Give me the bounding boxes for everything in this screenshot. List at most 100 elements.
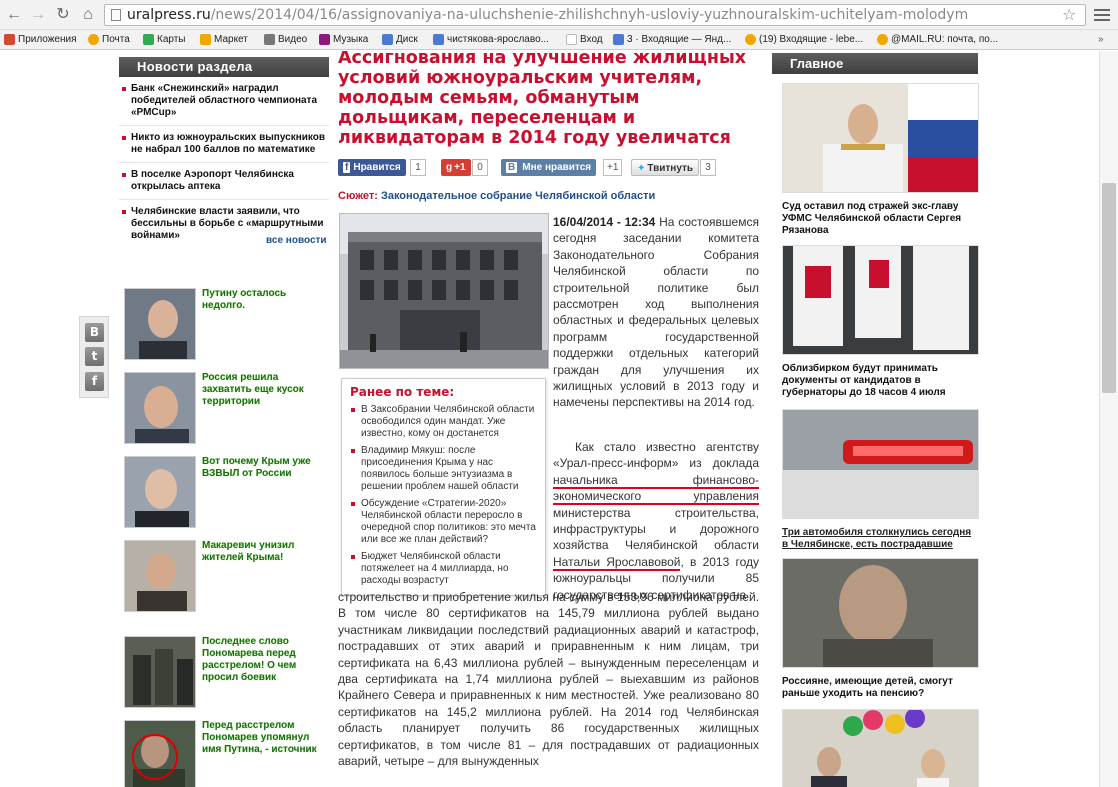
- section-news-list: Банк «Снежинский» наградил победителей о…: [119, 83, 329, 254]
- gplus-button[interactable]: g +1: [441, 159, 471, 176]
- gplus-count: 0: [472, 159, 488, 176]
- main-news-caption[interactable]: Россияне, имеющие детей, смогут раньше у…: [782, 676, 979, 700]
- story-label: Сюжет:: [338, 190, 378, 202]
- news-item[interactable]: В поселке Аэропорт Челябинска открылась …: [119, 169, 329, 200]
- main-news-image[interactable]: [782, 83, 979, 193]
- promo-item[interactable]: Вот почему Крым уже ВЗВЫЛ от России: [124, 456, 324, 532]
- news-item[interactable]: Банк «Снежинский» наградил победителей о…: [119, 83, 329, 126]
- main-news-caption[interactable]: Три автомобиля столкнулись сегодня в Чел…: [782, 527, 979, 551]
- bookmark-maps[interactable]: Карты: [143, 30, 186, 49]
- story-line: Сюжет: Законодательное собрание Челябинс…: [338, 190, 655, 202]
- main-news-caption[interactable]: Облизбирком будут принимать документы от…: [782, 363, 979, 399]
- story-link[interactable]: Законодательное собрание Челябинской обл…: [381, 190, 655, 202]
- address-bar[interactable]: uralpress.ru/news/2014/04/16/assignovani…: [104, 4, 1086, 26]
- related-box: Ранее по теме: В Заксобрании Челябинской…: [341, 378, 546, 596]
- main-news-image[interactable]: [782, 709, 979, 787]
- vk-like-button[interactable]: B Мне нравится: [501, 159, 597, 176]
- promo-caption[interactable]: Макаревич унизил жителей Крыма!: [202, 540, 318, 564]
- bookmark-mail[interactable]: Почта: [88, 30, 130, 49]
- bookmarks-bar: Приложения Почта Карты Маркет Видео Музы…: [0, 30, 1118, 50]
- facebook-share-icon[interactable]: f: [85, 372, 104, 391]
- main-news-card[interactable]: [782, 709, 979, 787]
- facebook-icon: f: [343, 162, 351, 173]
- back-arrow-icon[interactable]: ←: [4, 5, 24, 25]
- main-news-image[interactable]: [782, 409, 979, 519]
- page-scrollbar[interactable]: [1099, 51, 1118, 787]
- article-paragraph-2: Как стало известно агентству «Урал-пресс…: [553, 439, 759, 603]
- promo-thumbnail[interactable]: [124, 636, 196, 708]
- promo-caption[interactable]: Перед расстрелом Пономарев упомянул имя …: [202, 720, 318, 756]
- browser-toolbar: ← → ↻ ⌂ uralpress.ru/news/2014/04/16/ass…: [0, 0, 1118, 30]
- bookmark-video[interactable]: Видео: [264, 30, 307, 49]
- forward-arrow-icon[interactable]: →: [28, 5, 48, 25]
- promo-caption[interactable]: Россия решила захватить еще кусок террит…: [202, 372, 318, 408]
- promo-item[interactable]: Путину осталось недолго.: [124, 288, 324, 364]
- url-host: uralpress.ru: [127, 7, 211, 23]
- bookmark-market[interactable]: Маркет: [200, 30, 248, 49]
- main-news-card[interactable]: Россияне, имеющие детей, смогут раньше у…: [782, 558, 979, 700]
- related-item[interactable]: Обсуждение «Стратегии-2020» Челябинской …: [350, 498, 537, 546]
- promo-thumbnail[interactable]: [124, 372, 196, 444]
- bookmark-yandex-inbox[interactable]: 3 · Входящие — Янд...: [613, 30, 731, 49]
- promo-thumbnail[interactable]: [124, 456, 196, 528]
- vk-share-icon[interactable]: B: [85, 323, 104, 342]
- main-news-image[interactable]: [782, 245, 979, 355]
- page-favicon-icon: [566, 34, 577, 45]
- promo-thumbnail[interactable]: [124, 540, 196, 612]
- main-news-card[interactable]: Три автомобиля столкнулись сегодня в Чел…: [782, 409, 979, 551]
- twitter-share-icon[interactable]: t: [85, 347, 104, 366]
- news-item[interactable]: Никто из южноуральских выпускников не на…: [119, 132, 329, 163]
- article-photo[interactable]: [339, 213, 549, 369]
- promo-item[interactable]: Последнее слово Пономарева перед расстре…: [124, 636, 324, 712]
- mailru-favicon-icon: [745, 34, 756, 45]
- gplus-icon: g: [446, 162, 453, 173]
- apps-grid-icon: [4, 34, 15, 45]
- bookmarks-overflow-icon[interactable]: »: [1098, 30, 1104, 49]
- bookmark-star-icon[interactable]: ☆: [1062, 5, 1076, 25]
- vk-like-count: +1: [603, 159, 623, 176]
- article-title: Ассигнования на улучшение жилищных услов…: [338, 51, 747, 148]
- promo-item[interactable]: Макаревич унизил жителей Крыма!: [124, 540, 324, 616]
- menu-icon[interactable]: [1094, 6, 1110, 22]
- main-news-caption[interactable]: Суд оставил под стражей экс-главу УФМС Ч…: [782, 201, 979, 237]
- facebook-like-button[interactable]: f Нравится: [338, 159, 406, 176]
- scrollbar-thumb[interactable]: [1102, 183, 1116, 393]
- related-title: Ранее по теме:: [350, 385, 455, 399]
- article-paragraph-1: 16/04/2014 - 12:34 На состоявшемся сегод…: [553, 214, 759, 411]
- bookmark-disk[interactable]: Диск: [382, 30, 418, 49]
- promo-item[interactable]: Перед расстрелом Пономарев упомянул имя …: [124, 720, 324, 787]
- promo-caption[interactable]: Путину осталось недолго.: [202, 288, 318, 312]
- related-item[interactable]: В Заксобрании Челябинской области освобо…: [350, 404, 537, 440]
- video-favicon-icon: [264, 34, 275, 45]
- related-item[interactable]: Владимир Мякуш: после присоединения Крым…: [350, 445, 537, 493]
- related-item[interactable]: Бюджет Челябинской области потяжелеет на…: [350, 551, 537, 587]
- share-panel: B t f: [79, 316, 109, 398]
- bookmark-music[interactable]: Музыка: [319, 30, 368, 49]
- twitter-icon: ✦: [637, 163, 646, 174]
- all-news-link[interactable]: все новости: [266, 235, 327, 246]
- article-paragraph-3: строительство и приобретение жилья на су…: [338, 590, 759, 769]
- main-news-card[interactable]: Суд оставил под стражей экс-главу УФМС Ч…: [782, 83, 979, 237]
- bookmark-login[interactable]: Вход: [566, 30, 603, 49]
- highlighted-text: Натальи Ярославовой: [553, 554, 681, 571]
- promo-caption[interactable]: Последнее слово Пономарева перед расстре…: [202, 636, 318, 684]
- home-icon[interactable]: ⌂: [78, 5, 98, 25]
- main-news-card[interactable]: Облизбирком будут принимать документы от…: [782, 245, 979, 399]
- yandex-mail-favicon-icon: [613, 34, 624, 45]
- promo-item[interactable]: Россия решила захватить еще кусок террит…: [124, 372, 324, 448]
- url-path: /news/2014/04/16/assignovaniya-na-uluchs…: [210, 7, 969, 23]
- page-icon: [111, 9, 121, 21]
- main-news-image[interactable]: [782, 558, 979, 668]
- maps-favicon-icon: [143, 34, 154, 45]
- promo-caption[interactable]: Вот почему Крым уже ВЗВЫЛ от России: [202, 456, 318, 480]
- article-date: 16/04/2014 - 12:34: [553, 215, 656, 229]
- google-favicon-icon: [433, 34, 444, 45]
- bookmark-inbox-lebe[interactable]: (19) Входящие - lebe...: [745, 30, 863, 49]
- promo-thumbnail[interactable]: [124, 720, 196, 787]
- bookmark-mailru[interactable]: @MAIL.RU: почта, по...: [877, 30, 998, 49]
- promo-thumbnail[interactable]: [124, 288, 196, 360]
- bookmark-chistyakova[interactable]: чистякова-ярославо...: [433, 30, 549, 49]
- bookmark-apps[interactable]: Приложения: [4, 30, 77, 49]
- tweet-button[interactable]: ✦ Твитнуть: [631, 159, 700, 176]
- reload-icon[interactable]: ↻: [53, 5, 73, 25]
